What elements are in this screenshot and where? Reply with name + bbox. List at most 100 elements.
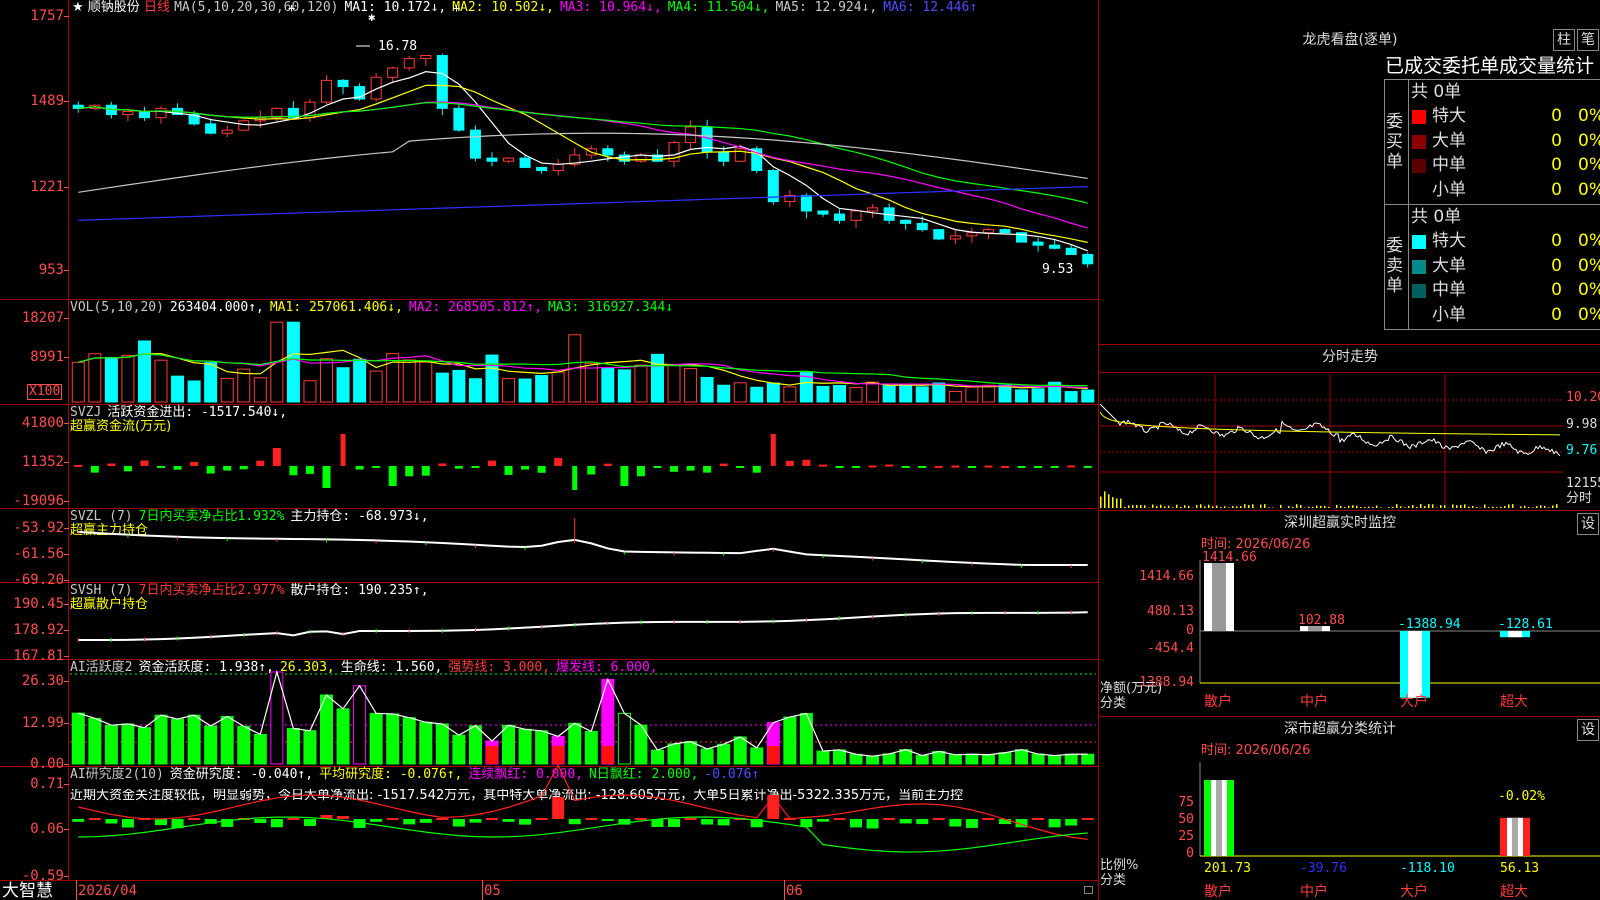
activity-bar	[816, 750, 830, 765]
order-type: 大单	[1432, 130, 1466, 151]
retail-position-line	[78, 611, 1088, 642]
flow-bar	[934, 465, 943, 468]
vol-bar	[303, 380, 317, 403]
research-bar	[502, 819, 515, 822]
flow-bar	[603, 463, 612, 466]
period-label[interactable]: 日线	[144, 0, 170, 15]
activity-bar	[104, 724, 118, 765]
activity-bar	[502, 724, 516, 765]
vol-bar	[601, 367, 615, 403]
flow-bar	[388, 466, 397, 486]
vol-bar	[286, 321, 300, 403]
sz2-settings-button[interactable]: 设	[1577, 719, 1599, 741]
vol-bar	[965, 386, 979, 403]
activity-chart[interactable]	[70, 660, 1096, 765]
research-bar	[982, 818, 995, 820]
sz2-title: 深市超赢分类统计	[1284, 721, 1396, 737]
research-bar	[899, 819, 912, 824]
candle	[933, 229, 945, 241]
activity-bar	[303, 730, 317, 765]
candlestick-chart[interactable]: + ✱ +	[70, 1, 1096, 296]
research-bar	[155, 819, 168, 826]
activity-bar	[402, 717, 416, 765]
vol-bar	[121, 354, 135, 403]
vol-bar	[435, 372, 449, 403]
fs-vol-bar	[1172, 507, 1174, 508]
ma6-line	[78, 186, 1088, 221]
date-tick-2: 05	[484, 883, 501, 899]
retail-position-chart[interactable]	[70, 584, 1096, 658]
sz1-bar-chart[interactable]: 1414.66 散户 102.88 中户 -1388.94 大户 -128.61 超大	[1199, 550, 1600, 712]
fs-vol-bar	[1508, 504, 1510, 508]
axis-tick: -53.92	[13, 520, 64, 536]
volume-chart[interactable]	[70, 316, 1096, 403]
research-bar	[568, 819, 581, 825]
candle	[205, 118, 217, 135]
order-swatch	[1412, 134, 1426, 149]
research-bar	[254, 819, 267, 824]
fs-vol-bar	[1476, 507, 1478, 508]
ma-line	[78, 71, 1088, 252]
candle	[834, 209, 845, 224]
activity-bar	[435, 723, 449, 765]
activity-bar	[1081, 753, 1095, 765]
activity-bar	[187, 714, 201, 765]
flow-bar	[289, 466, 298, 476]
flow-bar	[951, 465, 960, 468]
fs-vol-bar	[1164, 506, 1166, 508]
fs-vol-bar	[1404, 507, 1406, 508]
main-position-chart[interactable]	[70, 510, 1096, 582]
fs-vol-bar	[1312, 506, 1314, 508]
sz2-bar-chart[interactable]: 201.73 散户 -39.76 中户 -118.10 大户 56.13 超大 -0.02%	[1199, 762, 1600, 900]
lhb-tabs[interactable]: 已成交委托单成交量统计	[1385, 55, 1594, 77]
research-bar	[535, 818, 548, 820]
flow-bar	[918, 466, 927, 468]
activity-bar	[998, 752, 1012, 765]
sz1-settings-button[interactable]: 设	[1577, 513, 1599, 535]
intraday-chart[interactable]	[1099, 374, 1564, 508]
sz2-category: 大户	[1400, 883, 1428, 900]
vol-bar	[634, 364, 648, 403]
research-chart[interactable]	[70, 763, 1096, 879]
fs-vol-bar	[1248, 505, 1250, 508]
flow-bar	[967, 466, 976, 468]
activity-bar	[286, 727, 300, 765]
vol-bar	[353, 358, 367, 403]
sz1-category: 超大	[1500, 694, 1528, 710]
tick-mode-button[interactable]: 笔	[1577, 29, 1599, 51]
fs-vol-bar	[1556, 504, 1558, 508]
bar-mode-button[interactable]: 柱	[1553, 29, 1575, 51]
flow-bar	[670, 466, 679, 472]
fund-flow-chart[interactable]	[70, 434, 1096, 506]
candle	[503, 157, 515, 163]
sz1-top-line	[1098, 510, 1600, 511]
activity-bar-base	[767, 746, 780, 764]
fs-vol-bar	[1348, 505, 1350, 508]
candle	[453, 104, 465, 132]
vol-bar	[253, 377, 267, 403]
candle	[72, 101, 84, 113]
candle	[155, 106, 167, 124]
fs-vol-bar	[1224, 506, 1226, 508]
fs-vol-bar	[1512, 504, 1514, 508]
fs-vol-bar	[1420, 504, 1422, 508]
fs-vol-bar	[1132, 505, 1134, 508]
activity-bar	[237, 725, 251, 765]
sz2-value: 56.13	[1500, 861, 1539, 876]
order-count: 0	[1551, 280, 1562, 300]
fs-vol-bar	[1324, 506, 1326, 508]
lock-icon[interactable]	[1084, 886, 1093, 894]
activity-bar-base	[601, 746, 614, 764]
fs-vol-bar	[1184, 505, 1186, 508]
vol-bar	[452, 369, 466, 403]
favorite-star-icon[interactable]: ★	[72, 0, 84, 15]
candle	[337, 79, 349, 95]
fs-vol-bar	[1216, 505, 1218, 508]
fs-vol-bar	[1488, 507, 1490, 508]
axis-tick: 12.99	[21, 715, 64, 731]
fs-vol-bar	[1328, 506, 1330, 508]
activity-bar	[171, 718, 185, 765]
activity-bar	[518, 728, 532, 765]
research-bar	[816, 819, 829, 822]
sz1-bar	[1204, 563, 1234, 631]
